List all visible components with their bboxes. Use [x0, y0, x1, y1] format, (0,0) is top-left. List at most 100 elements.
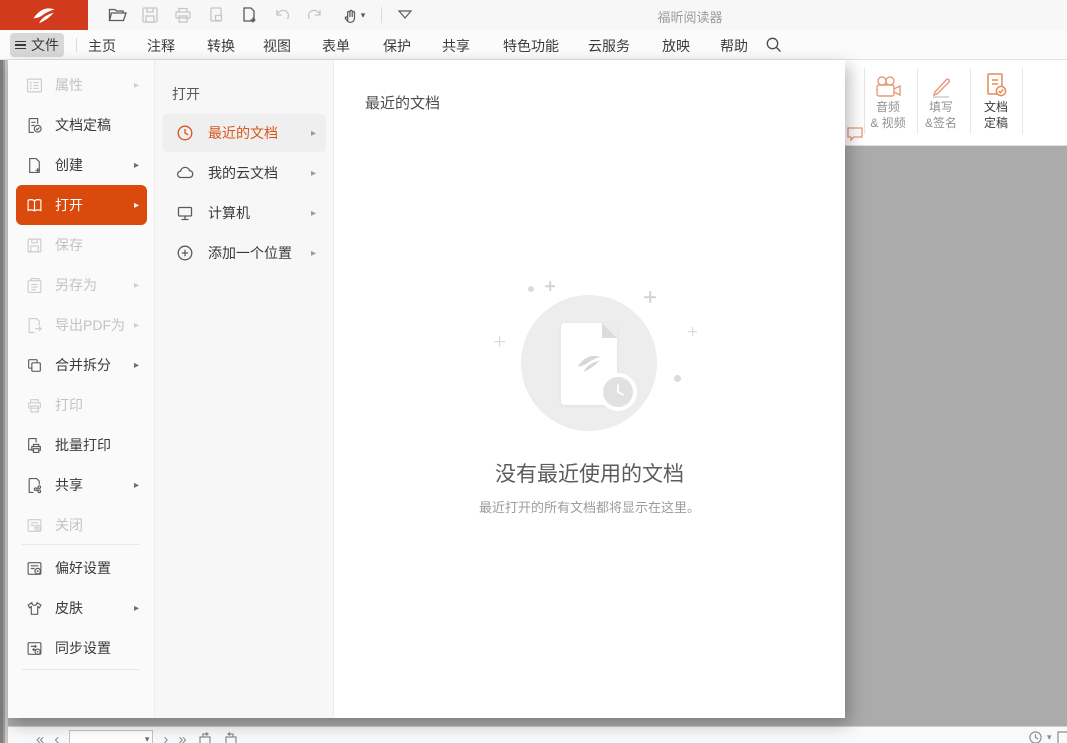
- submenu-arrow-icon: ▸: [311, 248, 316, 259]
- tshirt-icon: [26, 600, 43, 617]
- tab-form[interactable]: 表单: [322, 36, 350, 56]
- location-recent-documents[interactable]: 最近的文档 ▸: [163, 114, 326, 152]
- ribbon-label: 音频: [876, 99, 900, 115]
- menu-item-print: 打印: [16, 385, 147, 425]
- new-file-plus-icon: [239, 5, 259, 25]
- search-icon: [765, 36, 783, 54]
- history-clock-icon[interactable]: [1028, 730, 1043, 743]
- close-document-icon: [26, 517, 43, 534]
- new-file-button[interactable]: [232, 0, 265, 30]
- save-button: [133, 0, 166, 30]
- tab-home[interactable]: 主页: [88, 36, 116, 56]
- title-bar: ▾ 福昕阅读器: [0, 0, 1067, 30]
- recent-documents-panel: 最近的文档 没有最近使用的文档 最近打开的所有文档都将显示: [334, 60, 845, 718]
- menu-item-label: 同步设置: [55, 638, 147, 658]
- foxit-bird-watermark-icon: [575, 349, 603, 377]
- prev-page-button[interactable]: ‹: [54, 731, 59, 743]
- menu-item-create[interactable]: 创建 ▸: [16, 145, 147, 185]
- location-add-place[interactable]: 添加一个位置 ▸: [163, 234, 326, 272]
- page-copy-icon: [206, 5, 226, 25]
- pencil-icon: [928, 73, 954, 99]
- ribbon-label: 填写: [929, 99, 953, 115]
- tab-comment[interactable]: 注释: [147, 36, 175, 56]
- save-as-icon: [26, 277, 43, 294]
- tab-convert[interactable]: 转换: [207, 36, 235, 56]
- location-cloud-documents[interactable]: 我的云文档 ▸: [163, 154, 326, 192]
- ribbon-label: 定稿: [984, 115, 1008, 131]
- location-label: 最近的文档: [208, 123, 311, 143]
- open-panel-title: 打开: [172, 84, 200, 104]
- menu-item-label: 共享: [55, 475, 134, 495]
- ribbon-button-finalize[interactable]: 文档 定稿: [968, 65, 1024, 141]
- open-file-button[interactable]: [100, 0, 133, 30]
- undo-icon: [272, 5, 292, 25]
- submenu-arrow-icon: ▸: [134, 200, 139, 211]
- single-page-view-icon[interactable]: [1056, 730, 1067, 743]
- printer-icon: [26, 397, 43, 414]
- batch-print-icon: [26, 437, 43, 454]
- menu-item-share[interactable]: 共享 ▸: [16, 465, 147, 505]
- hand-tool-button[interactable]: ▾: [331, 0, 375, 30]
- ribbon-label: &签名: [925, 115, 957, 131]
- foxit-logo[interactable]: [0, 0, 88, 30]
- menu-item-label: 皮肤: [55, 598, 134, 618]
- menu-item-label: 另存为: [55, 275, 134, 295]
- app-window: ▾ 福昕阅读器 文件 主页 注释 转换 视图 表单 保护 共享 特色功能 云服务…: [0, 0, 1067, 743]
- menu-item-properties: 属性 ▸: [16, 65, 147, 105]
- tab-help[interactable]: 帮助: [720, 36, 748, 56]
- file-menu-overlay: 属性 ▸ 文档定稿 创建 ▸ 打开 ▸: [8, 60, 845, 718]
- menu-item-sync-settings[interactable]: 同步设置: [16, 628, 147, 668]
- location-computer[interactable]: 计算机 ▸: [163, 194, 326, 232]
- folder-open-icon: [107, 5, 127, 25]
- customize-toolbar-button[interactable]: [388, 0, 421, 30]
- tab-features[interactable]: 特色功能: [503, 36, 559, 56]
- menu-item-label: 打开: [55, 195, 134, 215]
- rotate-left-icon[interactable]: [197, 731, 213, 743]
- recent-clock-badge: [599, 373, 637, 411]
- ribbon-button-audio-video: 音频 & 视频: [860, 65, 916, 141]
- tab-protect[interactable]: 保护: [383, 36, 411, 56]
- undo-button: [265, 0, 298, 30]
- menu-item-export-pdf: 导出PDF为 ▸: [16, 305, 147, 345]
- tab-slideshow[interactable]: 放映: [662, 36, 690, 56]
- next-page-button[interactable]: ›: [163, 731, 168, 743]
- hand-tool-caret[interactable]: ▾: [361, 10, 366, 21]
- save-icon: [26, 237, 43, 254]
- submenu-arrow-icon: ▸: [311, 128, 316, 139]
- menu-item-finalize[interactable]: 文档定稿: [16, 105, 147, 145]
- menu-item-open[interactable]: 打开 ▸: [16, 185, 147, 225]
- menu-item-batch-print[interactable]: 批量打印: [16, 425, 147, 465]
- menu-divider: [22, 544, 140, 545]
- page-number-combobox[interactable]: ▾: [69, 730, 153, 743]
- tab-view[interactable]: 视图: [263, 36, 291, 56]
- menu-item-close: 关闭: [16, 505, 147, 545]
- page-navigation: « ‹ ▾ › »: [36, 730, 239, 743]
- folded-corner-icon: [602, 323, 617, 338]
- clock-hands-icon: [603, 377, 633, 407]
- share-document-icon: [26, 477, 43, 494]
- submenu-arrow-icon: ▸: [134, 280, 139, 291]
- cloud-icon: [176, 164, 194, 182]
- first-page-button[interactable]: «: [36, 731, 44, 743]
- quick-access-toolbar: ▾: [100, 0, 421, 30]
- rotate-right-icon[interactable]: [223, 731, 239, 743]
- tab-cloud[interactable]: 云服务: [588, 36, 630, 56]
- menu-item-save: 保存: [16, 225, 147, 265]
- window-title: 福昕阅读器: [590, 7, 790, 26]
- menu-item-label: 批量打印: [55, 435, 147, 455]
- submenu-arrow-icon: ▸: [134, 160, 139, 171]
- recent-panel-title: 最近的文档: [365, 92, 440, 113]
- last-page-button[interactable]: »: [178, 731, 186, 743]
- tab-file[interactable]: 文件: [10, 33, 64, 57]
- history-caret[interactable]: ▾: [1047, 732, 1052, 743]
- search-button[interactable]: [765, 36, 783, 54]
- properties-icon: [26, 77, 43, 94]
- location-label: 添加一个位置: [208, 243, 311, 263]
- menu-item-skin[interactable]: 皮肤 ▸: [16, 588, 147, 628]
- tab-share[interactable]: 共享: [442, 36, 470, 56]
- toolbar-divider: [381, 7, 382, 23]
- menu-item-preferences[interactable]: 偏好设置: [16, 548, 147, 588]
- open-book-icon: [26, 197, 43, 214]
- menu-item-merge-split[interactable]: 合并拆分 ▸: [16, 345, 147, 385]
- redo-icon: [305, 5, 325, 25]
